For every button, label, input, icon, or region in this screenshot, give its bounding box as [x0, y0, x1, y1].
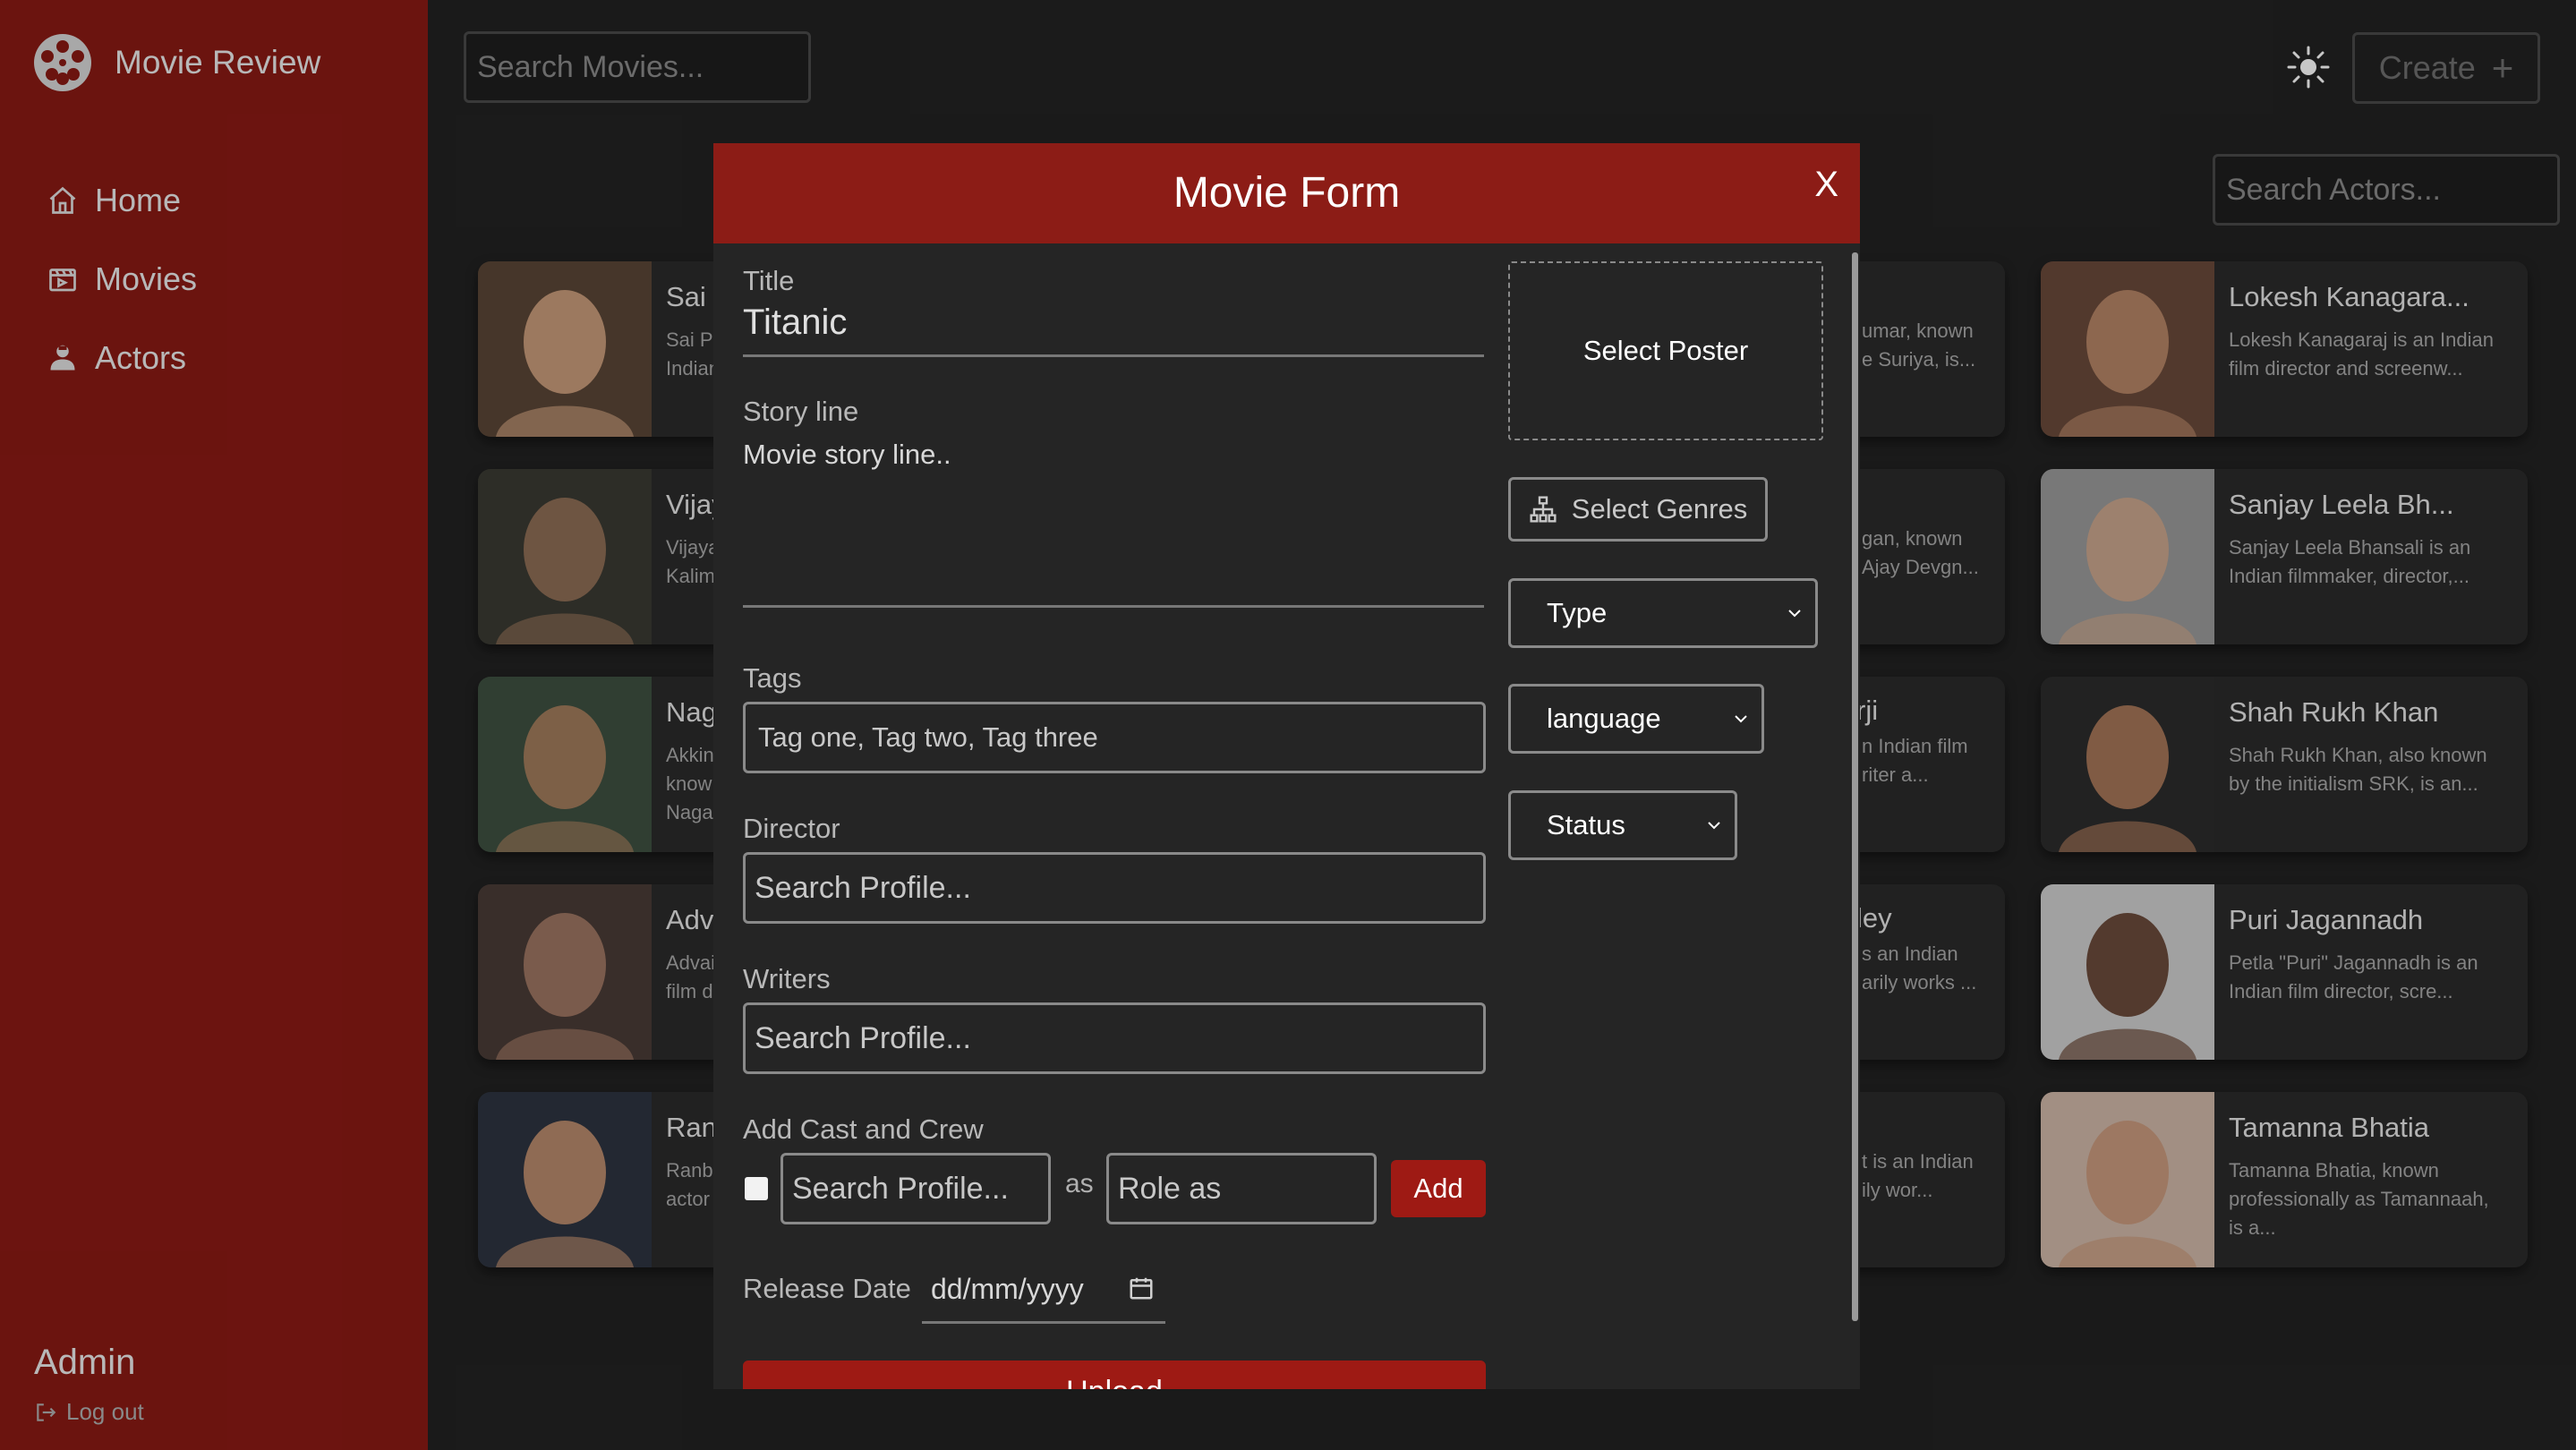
status-select-label: Status	[1547, 809, 1625, 840]
movie-form-modal: Movie Form X Title Titanic Story line Mo…	[713, 143, 1860, 1389]
select-genres-label: Select Genres	[1571, 493, 1748, 525]
release-date-underline	[922, 1321, 1165, 1324]
add-cast-button[interactable]: Add	[1391, 1160, 1486, 1217]
release-date-input[interactable]: dd/mm/yyyy	[931, 1273, 1084, 1306]
title-input[interactable]: Titanic	[743, 303, 847, 343]
hierarchy-icon	[1530, 496, 1557, 523]
writers-label: Writers	[743, 963, 831, 994]
cast-profile-input[interactable]: Search Profile...	[780, 1153, 1051, 1224]
tags-input[interactable]: Tag one, Tag two, Tag three	[743, 702, 1486, 773]
cast-role-input[interactable]: Role as	[1106, 1153, 1377, 1224]
language-select-label: language	[1547, 703, 1661, 734]
director-search-input[interactable]: Search Profile...	[743, 852, 1486, 924]
language-select[interactable]: language	[1508, 684, 1764, 754]
modal-title: Movie Form	[1173, 169, 1401, 217]
type-select[interactable]: Type	[1508, 578, 1818, 648]
chevron-down-icon	[1708, 822, 1720, 830]
cast-label: Add Cast and Crew	[743, 1113, 984, 1145]
chevron-down-icon	[1788, 610, 1801, 618]
chevron-down-icon	[1735, 715, 1747, 723]
modal-header: Movie Form X	[713, 143, 1860, 243]
storyline-label: Story line	[743, 396, 859, 427]
select-poster-button[interactable]: Select Poster	[1508, 261, 1823, 440]
cast-as-label: as	[1065, 1169, 1094, 1198]
cast-checkbox[interactable]	[745, 1177, 768, 1200]
select-genres-button[interactable]: Select Genres	[1508, 477, 1768, 542]
director-label: Director	[743, 813, 840, 844]
upload-button[interactable]: Upload	[743, 1360, 1486, 1389]
calendar-icon[interactable]	[1128, 1275, 1155, 1301]
storyline-textarea[interactable]: Movie story line..	[743, 439, 951, 471]
modal-scrollbar[interactable]	[1852, 252, 1858, 1321]
tags-label: Tags	[743, 662, 802, 694]
release-date-label: Release Date	[743, 1273, 911, 1304]
status-select[interactable]: Status	[1508, 790, 1737, 860]
type-select-label: Type	[1547, 597, 1608, 628]
close-button[interactable]: X	[1814, 165, 1838, 205]
title-underline	[743, 354, 1484, 357]
writers-search-input[interactable]: Search Profile...	[743, 1002, 1486, 1074]
storyline-underline	[743, 605, 1484, 608]
title-label: Title	[743, 265, 795, 296]
